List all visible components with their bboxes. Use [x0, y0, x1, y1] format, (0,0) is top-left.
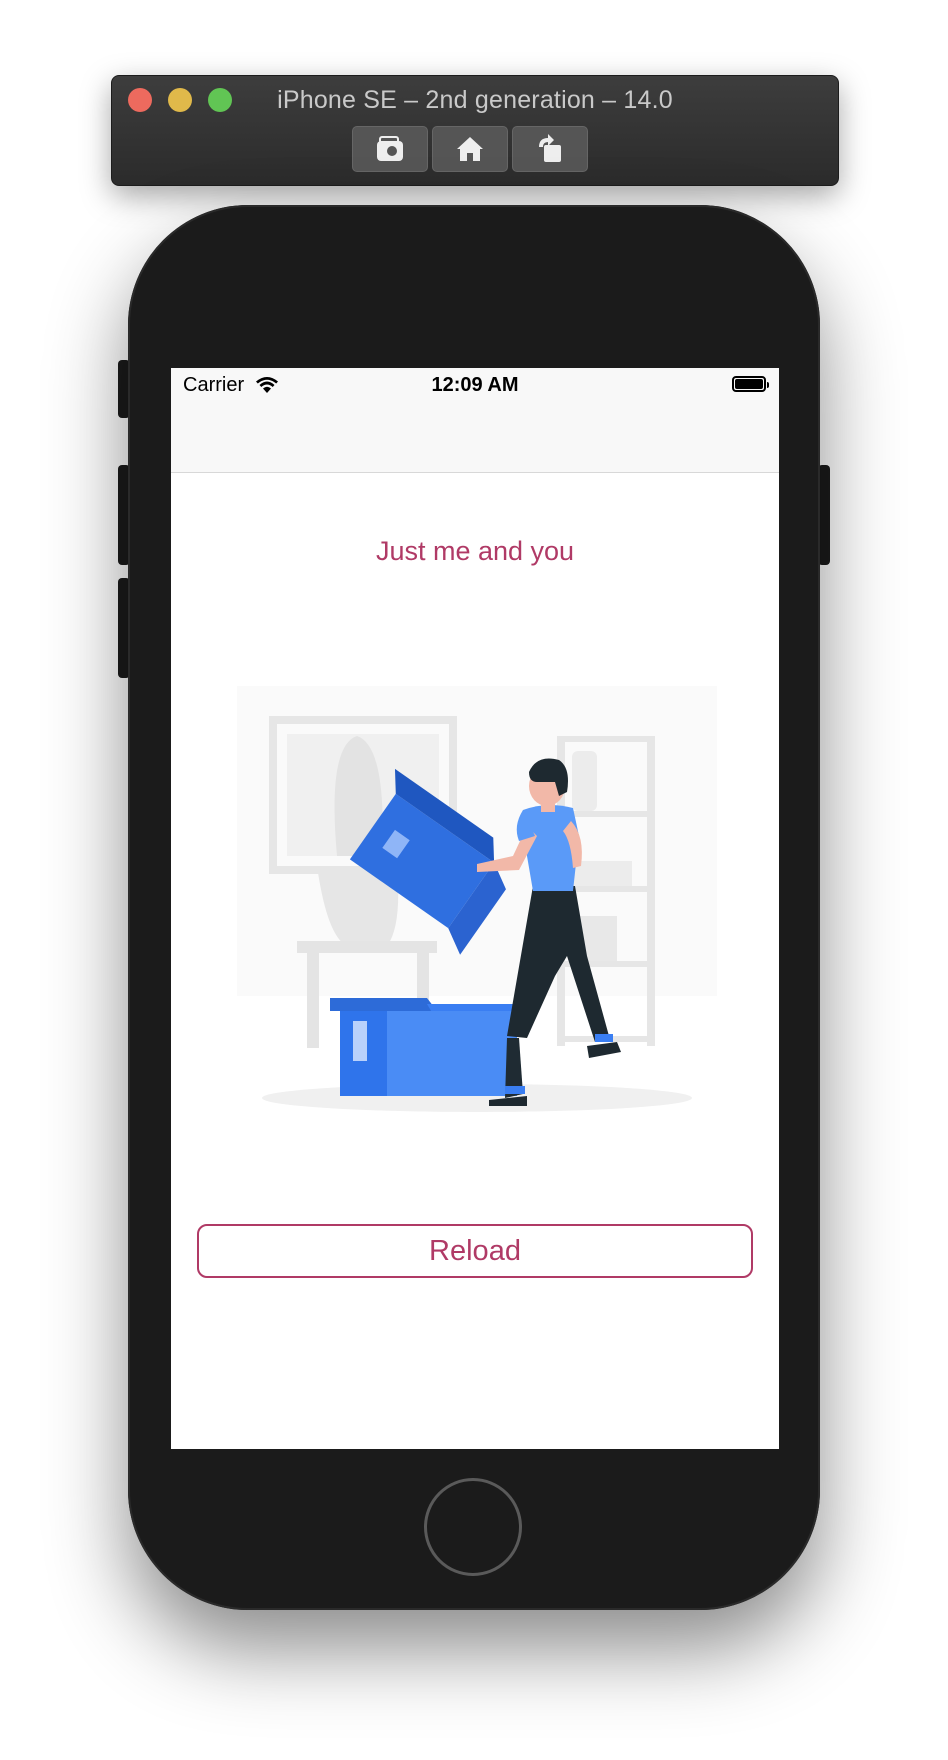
page-headline: Just me and you: [375, 536, 575, 566]
camera-icon: [377, 136, 403, 161]
navigation-bar: Carrier 12:09 AM: [171, 368, 779, 473]
reload-button[interactable]: Reload: [197, 1224, 753, 1278]
battery-icon: [732, 376, 769, 392]
simulator-toolbar: iPhone SE – 2nd generation – 14.0: [111, 75, 839, 186]
screenshot-button[interactable]: [352, 126, 428, 172]
home-button[interactable]: [432, 126, 508, 172]
window-title: iPhone SE – 2nd generation – 14.0: [277, 86, 673, 114]
device-screen: Carrier 12:09 AM Just me and you Reload: [171, 368, 779, 1449]
rotate-icon: [539, 134, 561, 162]
home-icon: [457, 137, 483, 161]
rotate-button[interactable]: [512, 126, 588, 172]
unboxing-illustration: [237, 686, 717, 1112]
status-time: 12:09 AM: [431, 374, 519, 396]
device-home-button[interactable]: [424, 1478, 522, 1576]
